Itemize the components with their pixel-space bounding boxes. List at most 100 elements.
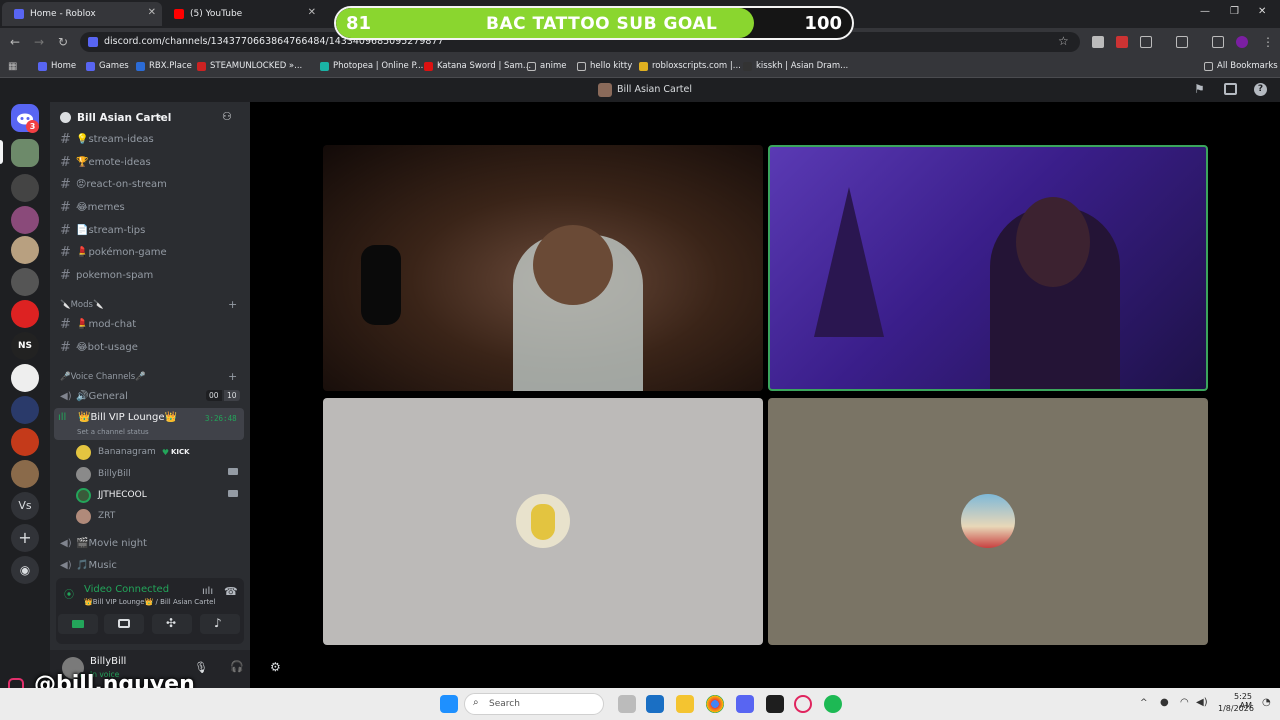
channel-react-on-stream[interactable]: # 😡react-on-stream bbox=[60, 175, 240, 193]
soundboard-button[interactable]: ♪ bbox=[200, 614, 240, 634]
discover-icon[interactable]: ◉ bbox=[11, 556, 39, 584]
video-tile-bananagram[interactable] bbox=[323, 145, 763, 391]
chevron-up-icon[interactable]: ^ bbox=[1140, 698, 1148, 708]
windows-start-icon[interactable] bbox=[440, 695, 458, 713]
extension-icon[interactable] bbox=[1092, 36, 1104, 48]
star-icon[interactable]: ☆ bbox=[1058, 34, 1069, 48]
server-icon[interactable] bbox=[11, 174, 39, 202]
chrome-icon[interactable] bbox=[706, 695, 724, 713]
voice-user-jjthecool[interactable]: JJTHECOOL bbox=[76, 486, 147, 504]
taskbar-search[interactable]: ⌕ Search bbox=[464, 693, 604, 715]
apps-icon[interactable]: ▦ bbox=[8, 61, 17, 72]
bookmark-item[interactable]: STEAMUNLOCKED »... bbox=[197, 61, 302, 71]
video-tile-billybill[interactable] bbox=[323, 398, 763, 645]
settings-gear-icon[interactable]: ⚙ bbox=[270, 660, 281, 674]
channel-memes[interactable]: # 😂memes bbox=[60, 198, 240, 216]
back-icon[interactable]: ← bbox=[10, 35, 20, 49]
voice-user-billybill[interactable]: BillyBill bbox=[76, 465, 131, 483]
extension-icon[interactable] bbox=[1116, 36, 1128, 48]
server-icon-ns[interactable]: NS bbox=[11, 332, 39, 360]
server-icon[interactable] bbox=[11, 300, 39, 328]
video-tile-zrt[interactable] bbox=[768, 398, 1208, 645]
signal-icon[interactable]: ⦿ bbox=[64, 586, 74, 601]
bookmark-item[interactable]: Photopea | Online P... bbox=[320, 61, 423, 71]
inbox-icon[interactable] bbox=[1224, 83, 1237, 95]
flag-icon[interactable]: ⚑ bbox=[1194, 82, 1205, 96]
category-voice-channels[interactable]: 🎤Voice Channels🎤 bbox=[60, 372, 146, 382]
discord-icon[interactable] bbox=[736, 695, 754, 713]
server-icon[interactable] bbox=[11, 460, 39, 488]
clock-date[interactable]: 1/8/2026 bbox=[1218, 704, 1254, 713]
bookmark-item[interactable]: Katana Sword | Sam... bbox=[424, 61, 531, 71]
tab-roblox[interactable]: Home - Roblox ✕ bbox=[2, 2, 162, 26]
add-server-icon[interactable]: + bbox=[11, 524, 39, 552]
sidepanel-icon[interactable] bbox=[1176, 36, 1188, 48]
server-icon[interactable] bbox=[11, 364, 39, 392]
all-bookmarks[interactable]: All Bookmarks bbox=[1204, 61, 1278, 71]
reload-icon[interactable]: ↻ bbox=[58, 35, 68, 49]
notification-bell-icon[interactable]: ◔ bbox=[1262, 697, 1271, 708]
channel-status[interactable]: Set a channel status bbox=[77, 428, 149, 436]
category-mods[interactable]: 🔪Mods🔪 bbox=[60, 300, 104, 310]
channel-stream-tips[interactable]: # 📄stream-tips bbox=[60, 221, 240, 239]
bookmark-folder[interactable]: anime bbox=[527, 61, 566, 71]
camera-button[interactable] bbox=[58, 614, 98, 634]
volume-icon[interactable]: ◀) bbox=[1196, 697, 1208, 708]
wifi-icon[interactable]: ◠ bbox=[1180, 697, 1189, 708]
server-icon[interactable] bbox=[11, 428, 39, 456]
channel-pokemon-game[interactable]: # 💄pokémon-game bbox=[60, 243, 240, 261]
channel-bot-usage[interactable]: # 😂bot-usage bbox=[60, 338, 240, 356]
video-tile-jjthecool[interactable] bbox=[768, 145, 1208, 391]
microphone-tray-icon[interactable]: ● bbox=[1160, 697, 1169, 708]
invite-people-icon[interactable]: ⚇ bbox=[222, 110, 232, 123]
voice-user-zrt[interactable]: ZRT bbox=[76, 507, 115, 525]
maximize-icon[interactable]: ❐ bbox=[1230, 6, 1239, 17]
bookmark-item[interactable]: Games bbox=[86, 61, 129, 71]
channel-emote-ideas[interactable]: # 🏆emote-ideas bbox=[60, 153, 240, 171]
screen-share-button[interactable] bbox=[104, 614, 144, 634]
app-icon[interactable] bbox=[766, 695, 784, 713]
server-icon[interactable] bbox=[11, 268, 39, 296]
menu-icon[interactable]: ⋮ bbox=[1262, 35, 1274, 49]
task-view-icon[interactable] bbox=[618, 695, 636, 713]
voice-connected-channel[interactable]: 👑Bill VIP Lounge👑 / Bill Asian Cartel bbox=[84, 598, 215, 606]
close-icon[interactable]: ✕ bbox=[148, 7, 156, 18]
bookmark-folder[interactable]: hello kitty bbox=[577, 61, 632, 71]
add-channel-icon[interactable]: + bbox=[228, 298, 237, 311]
server-icon[interactable] bbox=[11, 396, 39, 424]
channel-pokemon-spam[interactable]: # pokemon-spam bbox=[60, 266, 240, 284]
server-icon-bill-asian-cartel[interactable] bbox=[11, 139, 39, 167]
voice-channel-movie-night[interactable]: ◀) 🎬Movie night bbox=[60, 534, 240, 552]
microphone-icon[interactable]: 🎙 bbox=[194, 661, 208, 674]
close-icon[interactable]: ✕ bbox=[308, 7, 316, 18]
file-explorer-icon[interactable] bbox=[676, 695, 694, 713]
voice-channel-music[interactable]: ◀) 🎵Music bbox=[60, 556, 240, 574]
app-icon[interactable] bbox=[646, 695, 664, 713]
server-icon-vs[interactable]: Vs bbox=[11, 492, 39, 520]
opera-icon[interactable] bbox=[794, 695, 812, 713]
noise-suppression-icon[interactable]: ıılı bbox=[202, 586, 213, 597]
voice-user-bananagram[interactable]: Bananagram ♥ KICK bbox=[76, 443, 190, 461]
voice-channel-vip-lounge[interactable]: ıll 👑Bill VIP Lounge👑 3:26:48 Set a chan… bbox=[54, 408, 244, 440]
voice-channel-general[interactable]: ◀) 🔊General 00 10 bbox=[60, 387, 240, 405]
self-username[interactable]: BillyBill bbox=[90, 656, 126, 667]
reading-list-icon[interactable] bbox=[1212, 36, 1224, 48]
bookmark-item[interactable]: RBX.Place bbox=[136, 61, 192, 71]
server-icon[interactable] bbox=[11, 236, 39, 264]
bookmark-item[interactable]: kisskh | Asian Dram... bbox=[743, 61, 848, 71]
close-window-icon[interactable]: ✕ bbox=[1258, 6, 1266, 17]
bookmark-item[interactable]: Home bbox=[38, 61, 76, 71]
tab-youtube[interactable]: (5) YouTube ✕ bbox=[162, 2, 322, 26]
minimize-icon[interactable]: — bbox=[1200, 6, 1210, 17]
puzzle-icon[interactable] bbox=[1140, 36, 1152, 48]
add-channel-icon[interactable]: + bbox=[228, 370, 237, 383]
channel-stream-ideas[interactable]: # 💡stream-ideas bbox=[60, 130, 240, 148]
forward-icon[interactable]: → bbox=[34, 35, 44, 49]
profile-avatar[interactable] bbox=[1236, 36, 1248, 48]
spotify-icon[interactable] bbox=[824, 695, 842, 713]
channel-mod-chat[interactable]: # 💄mod-chat bbox=[60, 315, 240, 333]
help-icon[interactable]: ? bbox=[1254, 83, 1267, 96]
server-icon[interactable] bbox=[11, 206, 39, 234]
activities-button[interactable]: ✣ bbox=[152, 614, 192, 634]
disconnect-icon[interactable]: ☎ bbox=[224, 585, 238, 598]
